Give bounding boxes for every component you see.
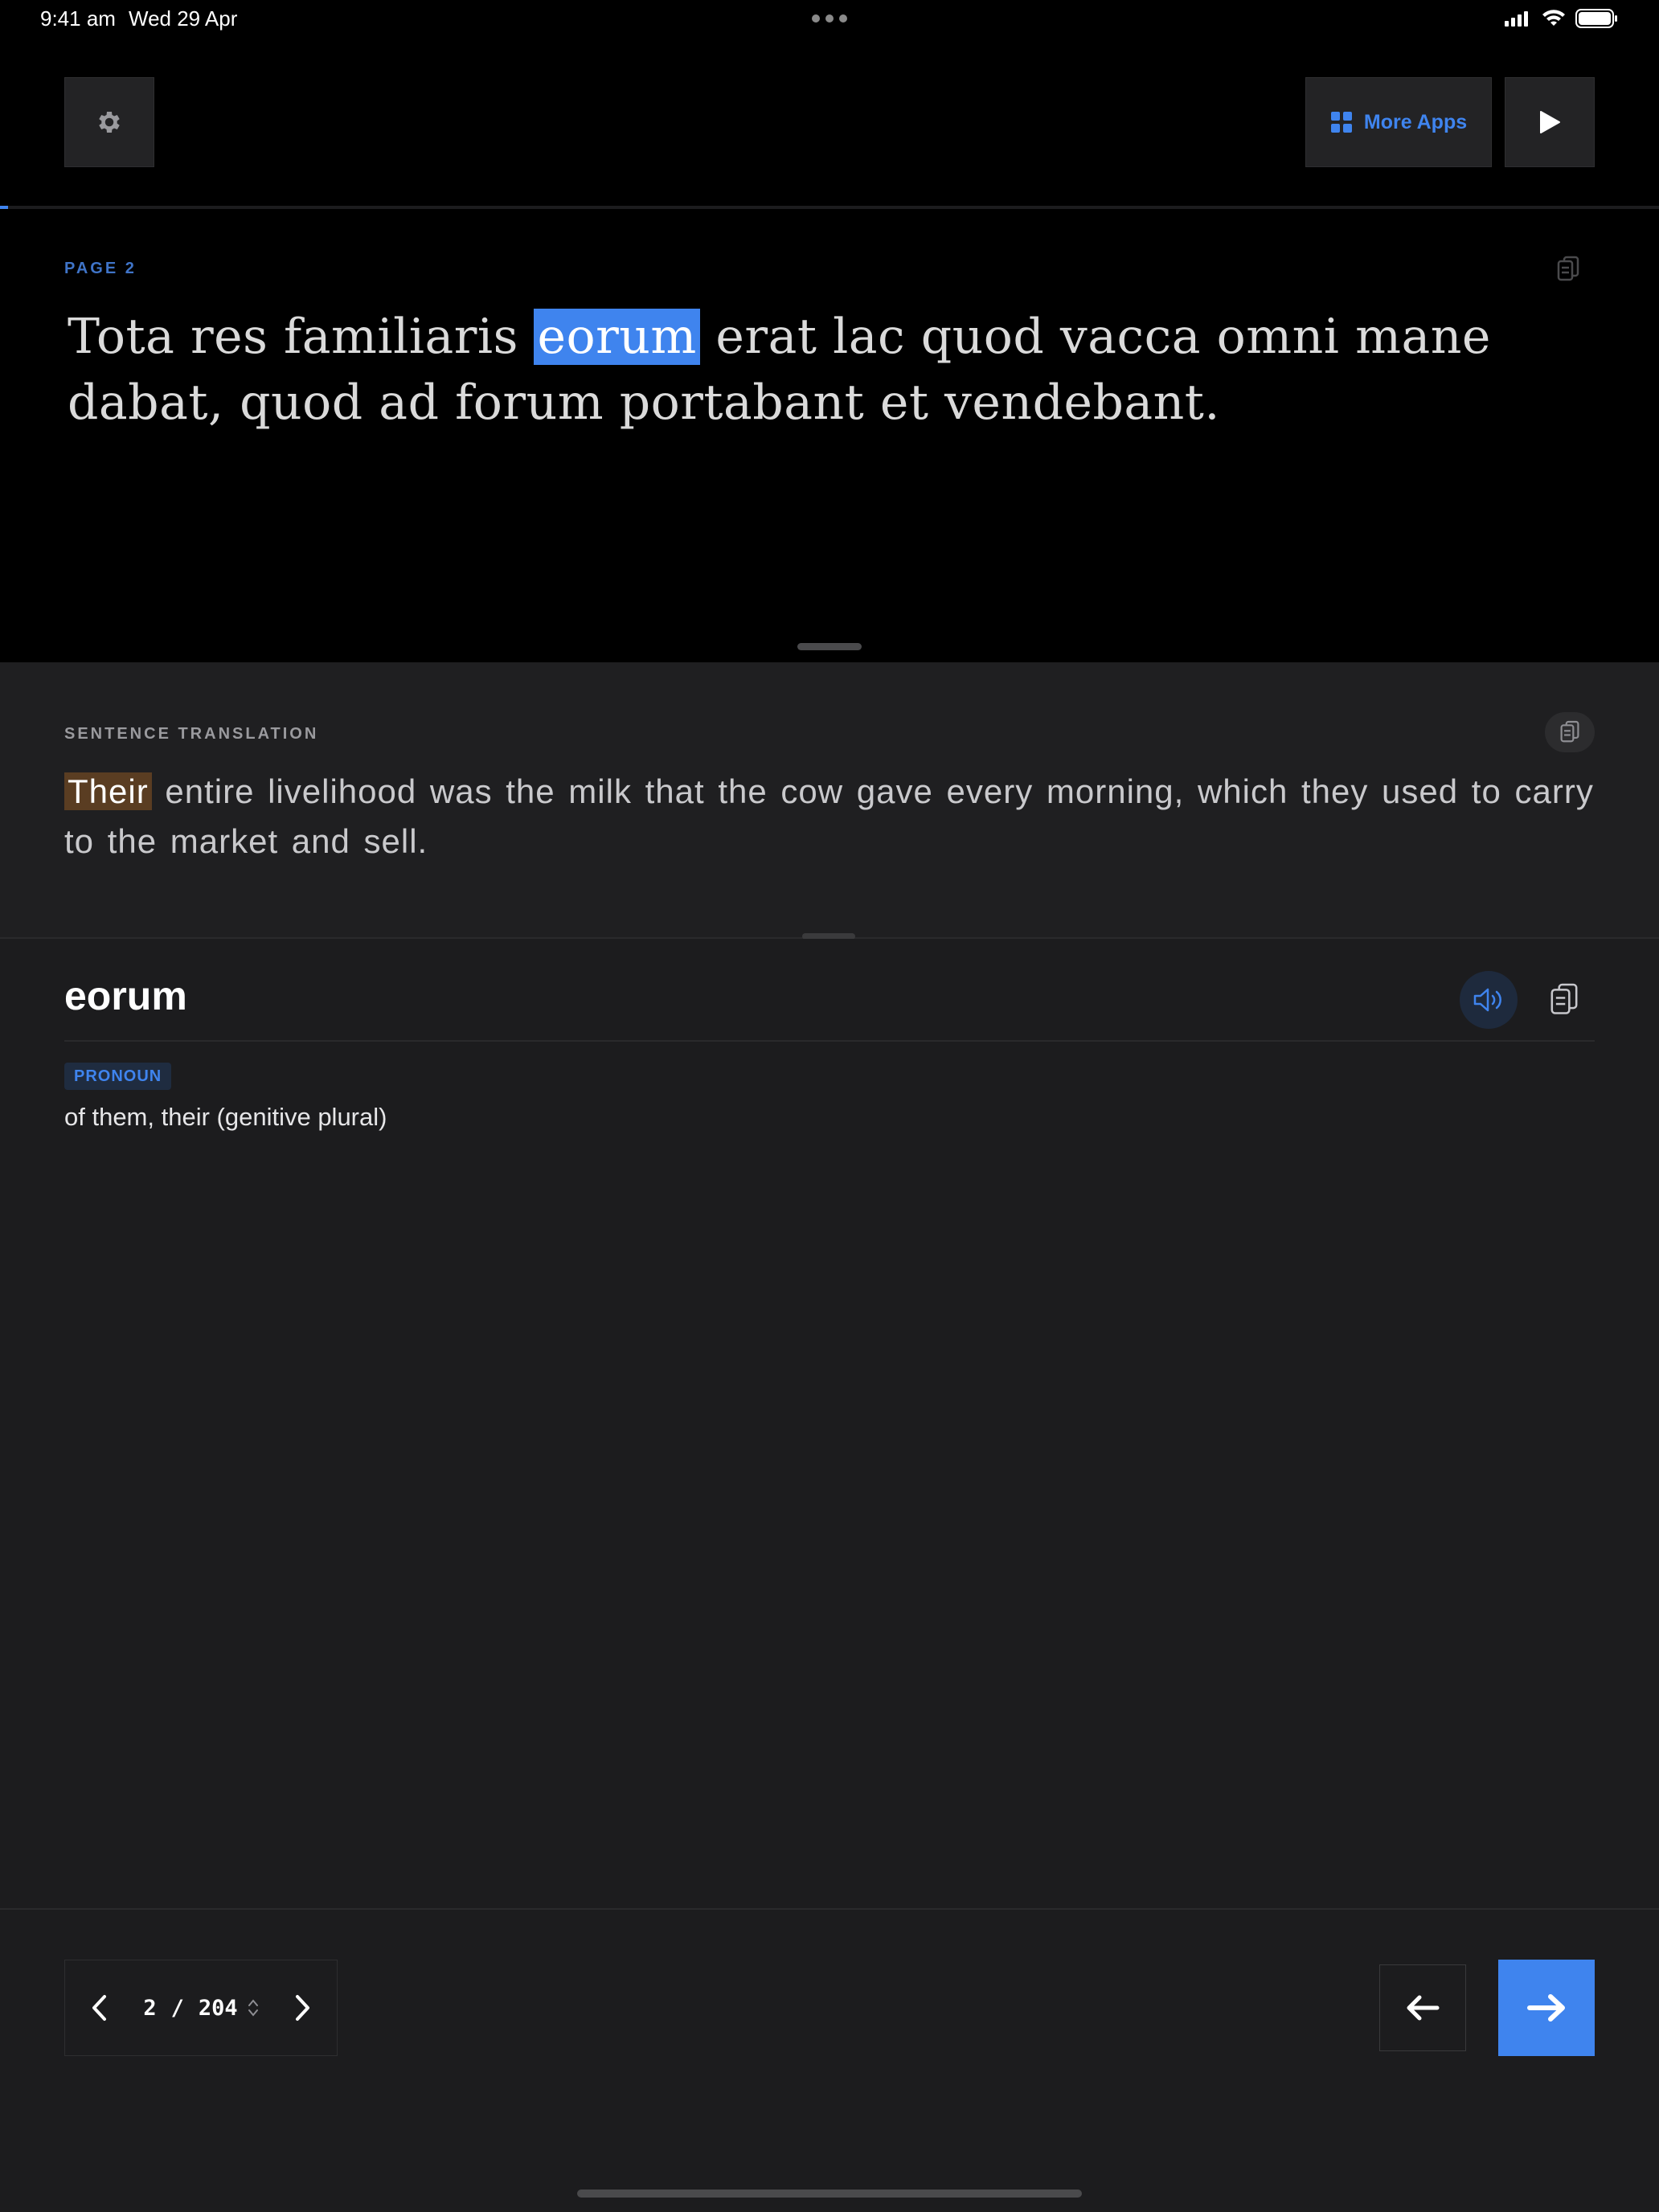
latin-word[interactable]: Tota xyxy=(68,309,174,365)
status-bar: 9:41 am Wed 29 Apr xyxy=(0,0,1659,40)
gear-icon xyxy=(99,111,120,133)
speaker-icon xyxy=(1473,988,1501,1012)
arrow-left-icon xyxy=(1407,1995,1440,2021)
latin-word[interactable]: vendebant. xyxy=(944,375,1220,431)
part-of-speech-badge: PRONOUN xyxy=(64,1063,172,1090)
page-selector[interactable]: 2 / 204 xyxy=(143,1996,258,2021)
copy-latin-button[interactable] xyxy=(1556,256,1580,287)
translation-highlight: Their xyxy=(64,772,152,810)
status-date: Wed 29 Apr xyxy=(129,6,238,31)
latin-word[interactable]: quod xyxy=(921,309,1045,365)
latin-word[interactable]: quod xyxy=(240,375,363,431)
copy-translation-button[interactable] xyxy=(1545,712,1595,752)
page-stepper: 2 / 204 xyxy=(64,1960,338,2056)
latin-word[interactable]: portabant xyxy=(620,375,865,431)
pronounce-button[interactable] xyxy=(1460,971,1518,1029)
latin-word[interactable]: dabat, xyxy=(68,375,224,431)
latin-word[interactable]: lac xyxy=(833,309,905,365)
translation-panel: SENTENCE TRANSLATION Their entire liveli… xyxy=(0,662,1659,937)
status-time: 9:41 am xyxy=(40,6,116,31)
latin-word[interactable]: forum xyxy=(455,375,604,431)
copy-icon xyxy=(1557,256,1579,281)
page-label: PAGE 2 xyxy=(64,260,137,277)
chevron-left-icon[interactable] xyxy=(89,1993,110,2022)
latin-word[interactable]: mane xyxy=(1355,309,1491,365)
latin-word[interactable]: omni xyxy=(1217,309,1340,365)
status-indicators xyxy=(1505,9,1619,28)
translation-label: SENTENCE TRANSLATION xyxy=(64,725,319,743)
current-page: 2 xyxy=(143,1995,157,2021)
multitasking-dots-icon[interactable] xyxy=(812,14,847,23)
next-sentence-button[interactable] xyxy=(1498,1960,1595,2056)
previous-sentence-button[interactable] xyxy=(1379,1964,1466,2051)
latin-word[interactable]: ad xyxy=(379,375,439,431)
home-indicator[interactable] xyxy=(577,2189,1082,2198)
copy-word-button[interactable] xyxy=(1535,971,1593,1029)
chevron-up-down-icon xyxy=(248,1999,258,2017)
panel-drag-handle[interactable] xyxy=(797,643,862,650)
dictionary-word: eorum xyxy=(64,973,187,1018)
apps-grid-icon xyxy=(1330,112,1352,133)
wifi-icon xyxy=(1542,10,1565,26)
total-pages: 204 xyxy=(198,1995,238,2021)
copy-icon xyxy=(1550,983,1578,1014)
latin-passage[interactable]: Tota res familiaris eorum erat lac quod … xyxy=(68,304,1595,436)
more-apps-button[interactable]: More Apps xyxy=(1305,77,1492,167)
latin-word[interactable]: erat xyxy=(715,309,817,365)
latin-word[interactable]: familiaris xyxy=(284,309,518,365)
reading-progress-fill xyxy=(0,206,9,209)
cellular-signal-icon xyxy=(1505,11,1528,27)
latin-word[interactable]: res xyxy=(190,309,268,365)
translation-rest: entire livelihood was the milk that the … xyxy=(64,772,1594,860)
latin-word[interactable]: vacca xyxy=(1060,309,1201,365)
dictionary-definition: of them, their (genitive plural) xyxy=(64,1103,387,1131)
latin-word[interactable]: et xyxy=(880,375,929,431)
play-button[interactable] xyxy=(1505,77,1595,167)
translation-text: Their entire livelihood was the milk tha… xyxy=(64,767,1600,866)
play-icon xyxy=(1540,111,1560,133)
battery-icon xyxy=(1575,9,1617,28)
chevron-right-icon[interactable] xyxy=(292,1993,313,2022)
more-apps-label: More Apps xyxy=(1363,110,1468,133)
page-separator: / xyxy=(170,1995,184,2021)
arrow-right-icon xyxy=(1527,1994,1565,2022)
reading-progress-bar xyxy=(0,206,1659,209)
settings-button[interactable] xyxy=(64,77,154,167)
dictionary-separator xyxy=(64,1040,1595,1042)
latin-word-selected[interactable]: eorum xyxy=(534,309,700,365)
copy-icon xyxy=(1560,720,1579,743)
bottom-separator xyxy=(0,1908,1659,1910)
